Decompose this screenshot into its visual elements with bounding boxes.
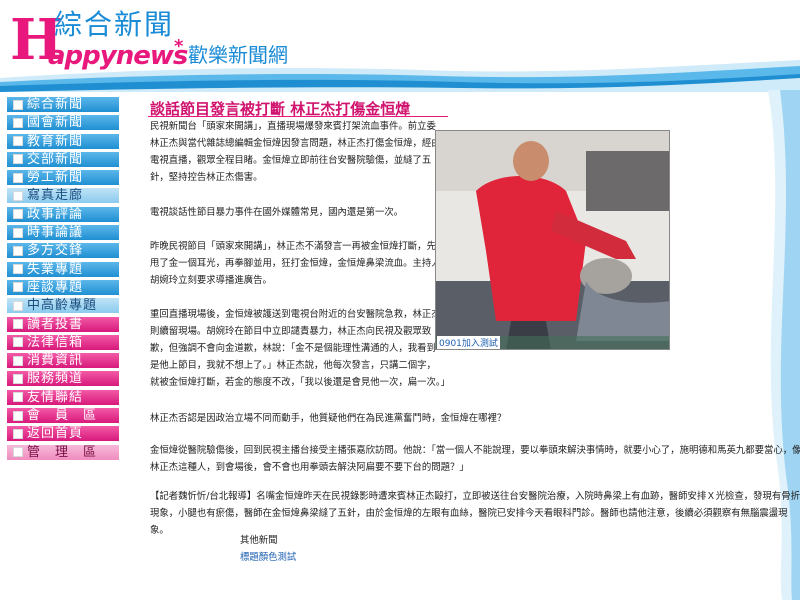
nav-item-15[interactable]: 消費資訊 bbox=[6, 352, 120, 370]
side-navigation: 綜合新聞國會新聞教育新聞交部新聞勞工新聞寫真走廊政事評論時事論議多方交鋒失業專題… bbox=[6, 96, 120, 462]
nav-item-16[interactable]: 服務頻道 bbox=[6, 370, 120, 388]
article-paragraph-2: 電視談話性節目暴力事件在國外媒體常見，國內還是第一次。 bbox=[150, 204, 430, 221]
nav-item-label: 政事評論 bbox=[27, 206, 84, 222]
paragraph-line: 【記者魏忻忻/台北報導】名嘴金恒煒昨天在民視錄影時遭來賓林正杰毆打，立即被送往台… bbox=[150, 491, 800, 502]
nav-item-9[interactable]: 多方交鋒 bbox=[6, 242, 120, 260]
logo-star: * bbox=[174, 36, 184, 57]
nav-bullet-icon bbox=[13, 282, 23, 293]
nav-bullet-icon bbox=[13, 227, 23, 238]
paragraph-line: 針，堅持控告林正杰傷害。 bbox=[150, 172, 263, 183]
nav-item-label: 失業專題 bbox=[27, 261, 84, 277]
nav-bullet-icon bbox=[13, 410, 23, 421]
nav-bullet-icon bbox=[13, 154, 23, 165]
nav-bullet-icon bbox=[13, 190, 23, 201]
paragraph-line: 就被金恒煒打斷，若金的態度不改，「我以後還是會見他一次，扁一次。」 bbox=[150, 377, 450, 388]
paragraph-line: 現象，小腿也有瘀傷，醫師在金恒煒鼻梁縫了五針，由於金恒煒的左眼有血絲，醫院已安排… bbox=[150, 508, 788, 519]
other-news: 其他新聞 標題顏色測試 bbox=[240, 532, 296, 566]
nav-item-19[interactable]: 返回首頁 bbox=[6, 425, 120, 443]
paragraph-line: 是他上節目，我就不想上了。」林正杰說，他每次發言，只講二個字， bbox=[150, 360, 436, 371]
article-paragraph-6: 金恒煒從醫院驗傷後，回到民視主播台接受主播張嘉欣訪問。他說：「當一個人不能說理，… bbox=[150, 442, 800, 476]
nav-item-label: 法律信箱 bbox=[27, 334, 84, 350]
nav-item-label: 勞工新聞 bbox=[27, 170, 84, 186]
nav-item-label: 會 員 區 bbox=[27, 408, 98, 424]
article-paragraph-4: 重回直播現場後，金恒煒被護送到電視台附近的台安醫院急救，林正杰 則續留現場。胡婉玲… bbox=[150, 306, 450, 391]
article-paragraph-5: 林正杰否認是因政治立場不同而動手，他質疑他們在為民進黨奮鬥時，金恒煒在哪裡？ bbox=[150, 410, 750, 427]
nav-item-4[interactable]: 交部新聞 bbox=[6, 150, 120, 168]
nav-item-17[interactable]: 友情聯結 bbox=[6, 388, 120, 406]
nav-item-11[interactable]: 座談專題 bbox=[6, 278, 120, 296]
paragraph-line: 歉，但強調不會向金道歉，林說：「金不是個能理性溝通的人，我看到 bbox=[150, 343, 436, 354]
nav-bullet-icon bbox=[13, 264, 23, 275]
nav-item-label: 教育新聞 bbox=[27, 133, 84, 149]
paragraph-line: 甩了金一個耳光，再拳腳並用，狂打金恒煒，金恒煒鼻梁流血。主持人 bbox=[150, 258, 441, 269]
nav-item-3[interactable]: 教育新聞 bbox=[6, 132, 120, 150]
paragraph-line: 林正杰否認是因政治立場不同而動手，他質疑他們在為民進黨奮鬥時，金恒煒在哪裡？ bbox=[150, 413, 507, 424]
nav-item-label: 寫真走廊 bbox=[27, 188, 84, 204]
nav-bullet-icon bbox=[13, 245, 23, 256]
nav-item-label: 綜合新聞 bbox=[27, 97, 84, 112]
article-paragraph-1: 民視新聞台「頭家來開講」，直播現場爆發來賓打架流血事件。前立委 林正杰與當代雜誌總… bbox=[150, 118, 441, 186]
news-photo[interactable] bbox=[435, 130, 670, 350]
nav-bullet-icon bbox=[13, 136, 23, 147]
site-header: H 綜合新聞 appynews * 歡樂新聞網 bbox=[0, 0, 800, 92]
photo-caption: 0901加入測試 bbox=[437, 336, 500, 349]
paragraph-line: 胡婉玲立刻要求導播進廣告。 bbox=[150, 275, 272, 286]
nav-item-label: 多方交鋒 bbox=[27, 243, 84, 259]
nav-bullet-icon bbox=[13, 392, 23, 403]
paragraph-line: 林正杰與當代雜誌總編輯金恒煒因發言問題，林正杰打傷金恒煒，經由 bbox=[150, 138, 441, 149]
paragraph-line: 民視新聞台「頭家來開講」，直播現場爆發來賓打架流血事件。前立委 bbox=[150, 121, 436, 132]
nav-bullet-icon bbox=[13, 209, 23, 220]
other-news-link[interactable]: 標題顏色測試 bbox=[240, 549, 296, 566]
nav-item-label: 時事論議 bbox=[27, 225, 84, 241]
nav-item-1[interactable]: 綜合新聞 bbox=[6, 96, 120, 113]
paragraph-line: 林正杰這種人，到會場後，會不會也用拳頭去解決阿扁要不要下台的問題？」 bbox=[150, 462, 469, 473]
nav-bullet-icon bbox=[13, 355, 23, 366]
nav-item-label: 交部新聞 bbox=[27, 151, 84, 167]
nav-item-label: 讀者投書 bbox=[27, 316, 84, 332]
nav-item-18[interactable]: 會 員 區 bbox=[6, 407, 120, 425]
nav-item-label: 中高齡專題 bbox=[27, 298, 98, 314]
nav-item-label: 消費資訊 bbox=[27, 353, 84, 369]
paragraph-line: 昨晚民視節目「頭家來開講」，林正杰不滿發言一再被金恒煒打斷，先 bbox=[150, 241, 436, 252]
nav-item-label: 服務頻道 bbox=[27, 371, 84, 387]
nav-item-8[interactable]: 時事論議 bbox=[6, 224, 120, 242]
nav-item-2[interactable]: 國會新聞 bbox=[6, 114, 120, 132]
nav-item-12[interactable]: 中高齡專題 bbox=[6, 297, 120, 315]
logo-section-title: 綜合新聞 bbox=[54, 8, 175, 41]
paragraph-line: 電視直播，觀眾全程目睹。金恒煒立即前往台安醫院驗傷，並縫了五 bbox=[150, 155, 432, 166]
nav-bullet-icon bbox=[13, 428, 23, 439]
nav-bullet-icon bbox=[13, 117, 23, 128]
nav-item-13[interactable]: 讀者投書 bbox=[6, 315, 120, 333]
nav-item-5[interactable]: 勞工新聞 bbox=[6, 169, 120, 187]
nav-bullet-icon bbox=[13, 447, 23, 458]
nav-item-label: 國會新聞 bbox=[27, 115, 84, 131]
nav-item-6[interactable]: 寫真走廊 bbox=[6, 187, 120, 205]
paragraph-line: 重回直播現場後，金恒煒被護送到電視台附近的台安醫院急救，林正杰 bbox=[150, 309, 441, 320]
paragraph-line: 金恒煒從醫院驗傷後，回到民視主播台接受主播張嘉欣訪問。他說：「當一個人不能說理，… bbox=[150, 445, 800, 456]
nav-item-10[interactable]: 失業專題 bbox=[6, 260, 120, 278]
nav-item-20[interactable]: 管 理 區 bbox=[6, 443, 120, 461]
fight-scene-image bbox=[436, 131, 669, 349]
nav-item-7[interactable]: 政事評論 bbox=[6, 205, 120, 223]
other-news-label: 其他新聞 bbox=[240, 535, 278, 546]
nav-item-label: 管 理 區 bbox=[27, 444, 98, 460]
article-paragraph-3: 昨晚民視節目「頭家來開講」，林正杰不滿發言一再被金恒煒打斷，先 甩了金一個耳光，再… bbox=[150, 238, 441, 289]
title-underline bbox=[148, 116, 448, 117]
paragraph-line: 電視談話性節目暴力事件在國外媒體常見，國內還是第一次。 bbox=[150, 207, 404, 218]
paragraph-line: 則續留現場。胡婉玲在節目中立即譴責暴力，林正杰向民視及觀眾致 bbox=[150, 326, 432, 337]
nav-bullet-icon bbox=[13, 319, 23, 330]
nav-item-label: 友情聯結 bbox=[27, 389, 84, 405]
nav-item-14[interactable]: 法律信箱 bbox=[6, 333, 120, 351]
header-wave-decoration bbox=[0, 60, 800, 92]
nav-bullet-icon bbox=[13, 373, 23, 384]
nav-item-label: 座談專題 bbox=[27, 279, 84, 295]
nav-bullet-icon bbox=[13, 300, 23, 311]
nav-item-label: 返回首頁 bbox=[27, 426, 84, 442]
nav-bullet-icon bbox=[13, 99, 23, 110]
nav-bullet-icon bbox=[13, 337, 23, 348]
nav-bullet-icon bbox=[13, 172, 23, 183]
